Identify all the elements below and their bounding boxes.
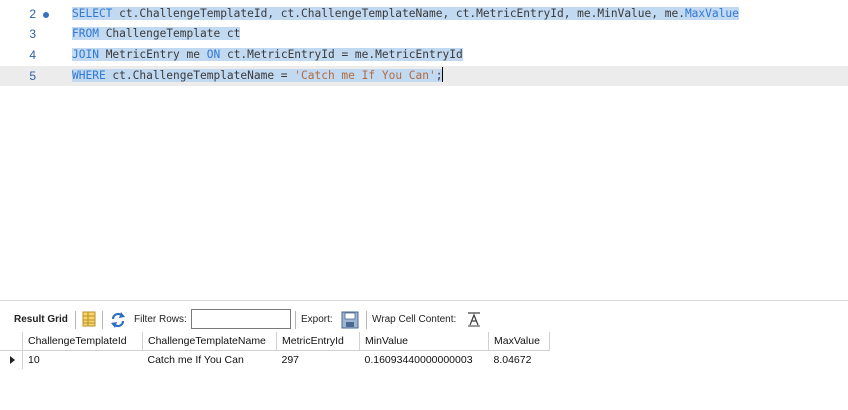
refresh-icon[interactable] (109, 311, 127, 329)
line-number: 4 (29, 48, 36, 62)
sql-string: 'Catch me If You Can' (294, 69, 436, 82)
toolbar-separator (295, 311, 296, 329)
wrap-text-icon[interactable] (467, 311, 481, 327)
result-toolbar: Result Grid Filter Rows: Export: Wrap Ce… (0, 309, 848, 331)
export-icon[interactable] (341, 311, 359, 329)
line-number: 3 (29, 27, 36, 41)
line-number: 5 (29, 69, 36, 83)
sql-keyword: ON (206, 48, 221, 61)
sql-keyword: SELECT (72, 7, 113, 20)
result-grid-tab[interactable]: Result Grid (14, 309, 68, 331)
current-row-arrow-icon (10, 356, 15, 364)
code-line[interactable]: WHERE ct.ChallengeTemplateName = 'Catch … (72, 66, 444, 86)
cell-minvalue[interactable]: 0.16093440000000003 (360, 351, 489, 370)
sql-keyword: JOIN (72, 48, 99, 61)
code-line[interactable]: FROM ChallengeTemplate ct (72, 24, 241, 44)
grid-view-icon[interactable] (82, 311, 96, 327)
sql-text: ct.MetricEntryId = me.MetricEntryId (220, 48, 463, 61)
cell-metricentryid[interactable]: 297 (277, 351, 360, 370)
sql-editor[interactable]: 2 SELECT ct.ChallengeTemplateId, ct.Chall… (0, 0, 848, 300)
statement-marker-icon[interactable] (43, 12, 49, 18)
sql-text: MetricEntry me (98, 48, 207, 61)
column-header-minvalue[interactable]: MinValue (359, 332, 489, 351)
sql-text: ; (435, 69, 443, 82)
column-header-challengetemplateid[interactable]: ChallengeTemplateId (22, 332, 143, 351)
selected-text: FROM ChallengeTemplate ct (72, 27, 241, 40)
filter-rows-label: Filter Rows: (134, 314, 187, 325)
cell-challengetemplateid[interactable]: 10 (23, 351, 143, 370)
sql-keyword: MaxValue (684, 7, 739, 20)
sql-keyword: WHERE (72, 69, 106, 82)
sql-keyword: FROM (72, 27, 99, 40)
text-caret (442, 67, 444, 82)
row-header-corner (0, 332, 23, 351)
toolbar-separator (75, 311, 76, 329)
code-line[interactable]: SELECT ct.ChallengeTemplateId, ct.Challe… (72, 4, 739, 24)
selected-text: SELECT ct.ChallengeTemplateId, ct.Challe… (72, 7, 739, 20)
sql-text: ct.ChallengeTemplateName = (105, 69, 295, 82)
sql-text: ChallengeTemplate ct (98, 27, 241, 40)
result-grid[interactable]: ChallengeTemplateId ChallengeTemplateNam… (0, 332, 550, 369)
result-panel: Result Grid Filter Rows: Export: Wrap Ce… (0, 300, 848, 410)
column-header-maxvalue[interactable]: MaxValue (488, 332, 550, 351)
line-number: 2 (29, 7, 36, 21)
toolbar-separator (102, 311, 103, 329)
code-line[interactable]: JOIN MetricEntry me ON ct.MetricEntryId … (72, 45, 463, 65)
row-selector[interactable] (0, 350, 23, 369)
selected-text: WHERE ct.ChallengeTemplateName = 'Catch … (72, 69, 443, 82)
toolbar-separator (366, 311, 367, 329)
cell-challengetemplatename[interactable]: Catch me If You Can (143, 351, 277, 370)
column-header-metricentryid[interactable]: MetricEntryId (276, 332, 360, 351)
cell-maxvalue[interactable]: 8.04672 (489, 351, 550, 370)
export-label: Export: (301, 314, 333, 325)
sql-text: ct.ChallengeTemplateId, ct.ChallengeTemp… (112, 7, 685, 20)
table-row[interactable]: 10 Catch me If You Can 297 0.16093440000… (0, 350, 550, 370)
selected-text: JOIN MetricEntry me ON ct.MetricEntryId … (72, 48, 463, 61)
filter-rows-input[interactable] (191, 309, 291, 329)
wrap-cell-content-label: Wrap Cell Content: (372, 314, 457, 325)
column-header-challengetemplatename[interactable]: ChallengeTemplateName (142, 332, 277, 351)
